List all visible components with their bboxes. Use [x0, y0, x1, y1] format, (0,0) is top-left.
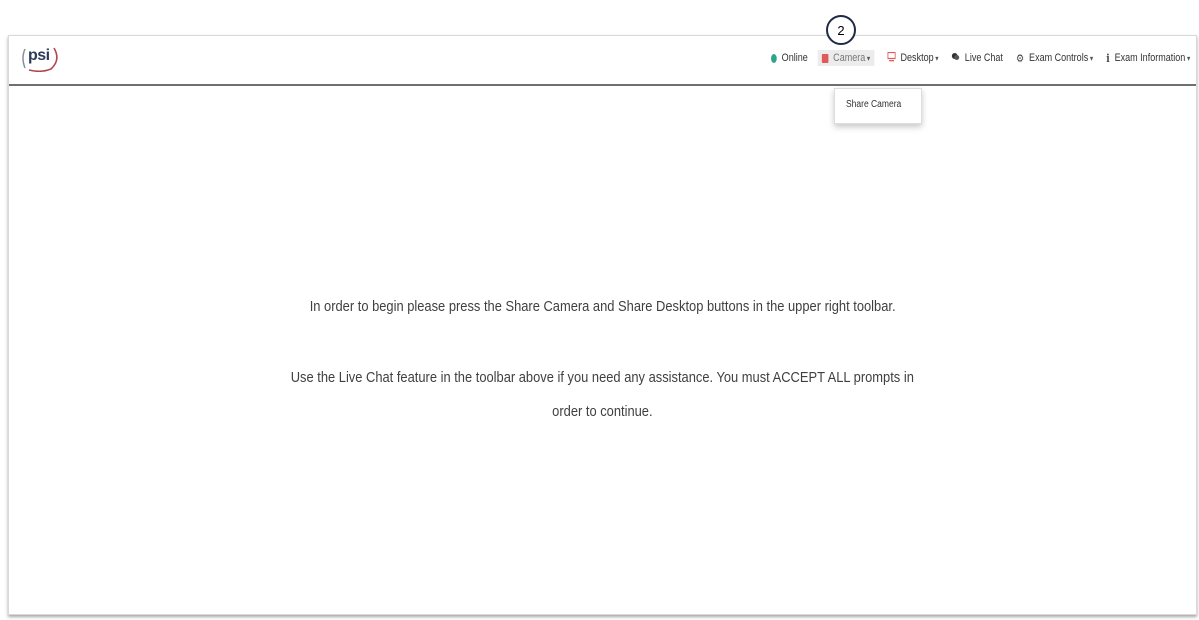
camera-dropdown-menu: Share Camera	[834, 88, 922, 124]
instruction-text-continue: order to continue.	[552, 403, 653, 420]
chevron-down-icon: ▾	[866, 53, 870, 63]
info-icon: i	[1106, 51, 1110, 65]
step-callout-badge: 2	[826, 15, 856, 45]
nav-camera-label: Camera	[832, 52, 866, 64]
toolbar-menu: Online Camera ▾ Desktop ▾ Live Chat ⚙ Ex…	[758, 50, 1190, 66]
share-camera-menu-item[interactable]: Share Camera	[846, 99, 901, 110]
nav-exam-controls-menu[interactable]: ⚙ Exam Controls ▾	[1016, 52, 1093, 65]
nav-exam-controls-label: Exam Controls	[1028, 52, 1088, 64]
chevron-down-icon: ▾	[1186, 53, 1190, 63]
chevron-down-icon: ▾	[935, 53, 939, 63]
chevron-down-icon: ▾	[1089, 53, 1093, 63]
gear-icon: ⚙	[1015, 52, 1024, 65]
nav-exam-information-label: Exam Information	[1114, 52, 1186, 64]
monitor-icon	[887, 51, 896, 65]
camera-icon	[821, 53, 829, 63]
instruction-text-share: In order to begin please press the Share…	[309, 298, 896, 315]
nav-desktop-menu[interactable]: Desktop ▾	[887, 51, 939, 65]
top-toolbar: psi Online Camera ▾ Desktop ▾ Live Chat …	[9, 36, 1196, 86]
nav-exam-information-menu[interactable]: i Exam Information ▾	[1106, 52, 1190, 65]
logo-text: psi	[28, 47, 50, 64]
nav-online-status[interactable]: Online	[770, 52, 808, 64]
step-number: 2	[837, 22, 845, 38]
nav-online-label: Online	[781, 52, 808, 64]
chat-icon	[951, 52, 960, 64]
nav-live-chat-label: Live Chat	[964, 52, 1003, 64]
psi-logo: psi	[21, 46, 61, 72]
nav-live-chat[interactable]: Live Chat	[951, 52, 1003, 64]
instruction-text-live-chat: Use the Live Chat feature in the toolbar…	[290, 369, 915, 386]
nav-camera-menu[interactable]: Camera ▾	[817, 50, 875, 66]
status-dot-icon	[770, 53, 777, 63]
app-window: psi Online Camera ▾ Desktop ▾ Live Chat …	[8, 35, 1197, 615]
nav-desktop-label: Desktop	[900, 52, 934, 64]
